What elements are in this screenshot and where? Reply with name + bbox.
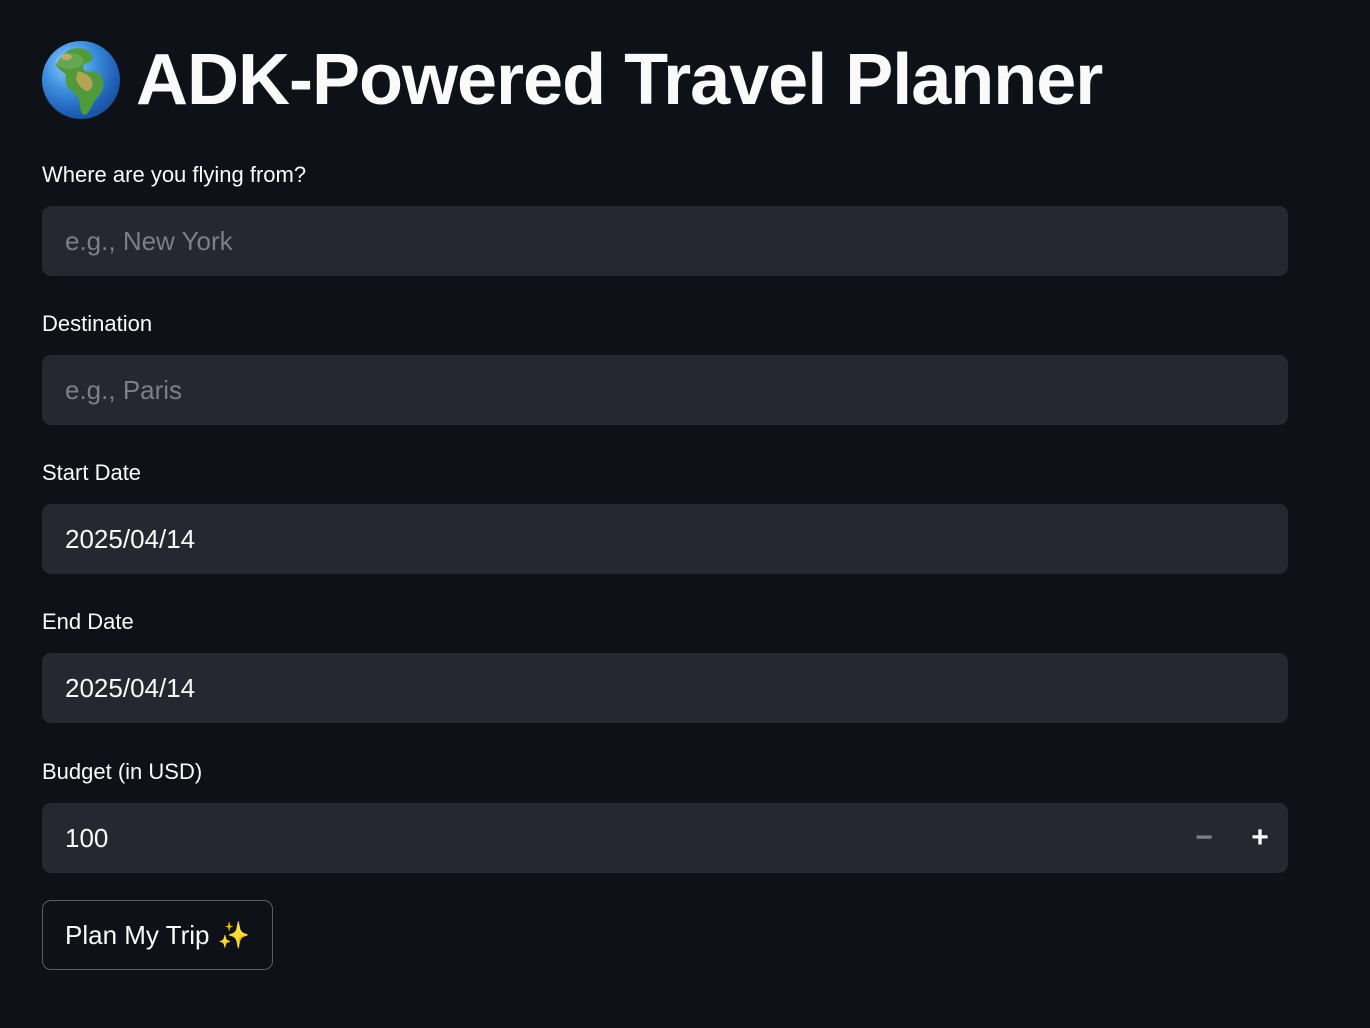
- destination-input[interactable]: [42, 355, 1288, 425]
- end-date-field-group: End Date: [42, 607, 1288, 723]
- page-title: ADK-Powered Travel Planner: [136, 40, 1103, 120]
- budget-field-group: Budget (in USD) − +: [42, 757, 1288, 873]
- end-date-label: End Date: [42, 609, 134, 634]
- origin-field-group: Where are you flying from?: [42, 160, 1288, 276]
- budget-label: Budget (in USD): [42, 759, 203, 784]
- start-date-input[interactable]: [42, 504, 1288, 574]
- start-date-label: Start Date: [42, 460, 142, 485]
- plan-my-trip-button[interactable]: Plan My Trip ✨: [42, 900, 273, 970]
- page-header: ADK-Powered Travel Planner: [42, 38, 1103, 122]
- destination-field-group: Destination: [42, 309, 1288, 425]
- destination-input-wrapper: [42, 355, 1288, 425]
- origin-input-wrapper: [42, 206, 1288, 276]
- destination-label: Destination: [42, 311, 153, 336]
- origin-input[interactable]: [42, 206, 1288, 276]
- start-date-field-group: Start Date: [42, 458, 1288, 574]
- budget-input-wrapper: − +: [42, 803, 1288, 873]
- origin-label: Where are you flying from?: [42, 162, 307, 187]
- increment-button[interactable]: +: [1232, 803, 1288, 873]
- end-date-input-wrapper: [42, 653, 1288, 723]
- end-date-input[interactable]: [42, 653, 1288, 723]
- budget-stepper: − +: [1176, 803, 1288, 873]
- start-date-input-wrapper: [42, 504, 1288, 574]
- sparkles-icon: ✨: [217, 919, 250, 950]
- budget-number-input[interactable]: [42, 803, 1288, 873]
- globe-europe-africa-icon: [42, 41, 120, 119]
- plan-my-trip-label: Plan My Trip: [65, 919, 210, 950]
- decrement-button[interactable]: −: [1176, 803, 1232, 873]
